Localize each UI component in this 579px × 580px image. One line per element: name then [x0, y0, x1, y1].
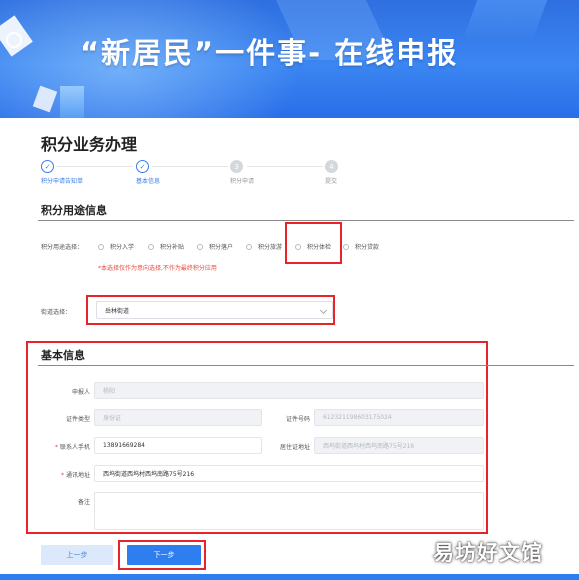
usage-section-title: 积分用途信息: [41, 204, 107, 217]
highlight-box-next: [118, 540, 206, 570]
banner: “新居民”一件事- 在线申报: [0, 0, 579, 118]
bottom-bar: [0, 574, 579, 580]
residence-field[interactable]: 西坞街道西坞村西坞南路75号216: [314, 437, 484, 454]
step-1: ✓ 积分申请告知单: [41, 160, 101, 185]
street-select-label: 街道选择：: [41, 309, 72, 316]
radio-usage-loan[interactable]: 积分贷款: [343, 242, 379, 251]
step-label: 提交: [325, 178, 338, 185]
step-4: 4 提交: [325, 160, 385, 185]
section-divider: [38, 365, 574, 366]
progress-steps: ✓ 积分申请告知单 ✓ 基本信息 3 积分申请 4 提交: [41, 160, 341, 190]
address-label: * 通讯地址: [60, 472, 90, 479]
id-type-label: 证件类型: [65, 416, 90, 423]
id-number-label: 证件号码: [285, 416, 310, 423]
check-icon: ✓: [136, 160, 149, 173]
radio-usage-subsidy[interactable]: 积分补贴: [148, 242, 184, 251]
radio-circle-icon: [343, 243, 349, 250]
step-3: 3 积分申请: [230, 160, 290, 185]
radio-circle-icon: [197, 243, 203, 250]
step-number: 3: [230, 160, 243, 173]
step-label: 基本信息: [136, 178, 161, 185]
id-type-field[interactable]: 身份证: [94, 409, 262, 426]
highlight-box-street: [86, 295, 335, 325]
step-2: ✓ 基本信息: [136, 160, 196, 185]
radio-circle-icon: [98, 243, 104, 250]
radio-circle-icon: [246, 243, 252, 250]
basic-section-title: 基本信息: [41, 349, 85, 362]
usage-select-label: 积分用途选择：: [41, 244, 84, 251]
banner-title: “新居民”一件事- 在线申报: [80, 36, 459, 70]
radio-circle-icon: [148, 243, 154, 250]
id-number-field[interactable]: 61232119860317502​4: [314, 409, 484, 426]
section-divider: [38, 220, 574, 221]
applicant-label: 申报人: [71, 389, 90, 396]
highlight-box-checkup: [285, 222, 342, 264]
step-label: 积分申请告知单: [41, 178, 84, 185]
remark-label: 备注: [77, 499, 90, 506]
applicant-field[interactable]: 杨阳: [94, 382, 484, 399]
remark-textarea[interactable]: [94, 492, 484, 530]
phone-label: * 联系人手机: [54, 444, 90, 451]
banner-ring-decor: [6, 32, 22, 48]
check-icon: ✓: [41, 160, 54, 173]
usage-warning: *本选择仅作为意向选择,不作为最终积分应用: [98, 265, 217, 272]
radio-usage-travel[interactable]: 积分旅游: [246, 242, 282, 251]
banner-decor-cube: [60, 86, 84, 118]
step-number: 4: [325, 160, 338, 173]
residence-label: 居住证地址: [279, 444, 310, 451]
step-label: 积分申请: [230, 178, 255, 185]
address-input[interactable]: 西坞街道西坞村西坞南路75号216: [94, 465, 484, 482]
prev-step-button[interactable]: 上一步: [41, 545, 113, 565]
radio-usage-school[interactable]: 积分入学: [98, 242, 134, 251]
watermark: 易坊好文馆: [433, 541, 543, 565]
phone-input[interactable]: 13891669284: [94, 437, 262, 454]
page-title: 积分业务办理: [41, 135, 138, 154]
radio-usage-hukou[interactable]: 积分落户: [197, 242, 233, 251]
